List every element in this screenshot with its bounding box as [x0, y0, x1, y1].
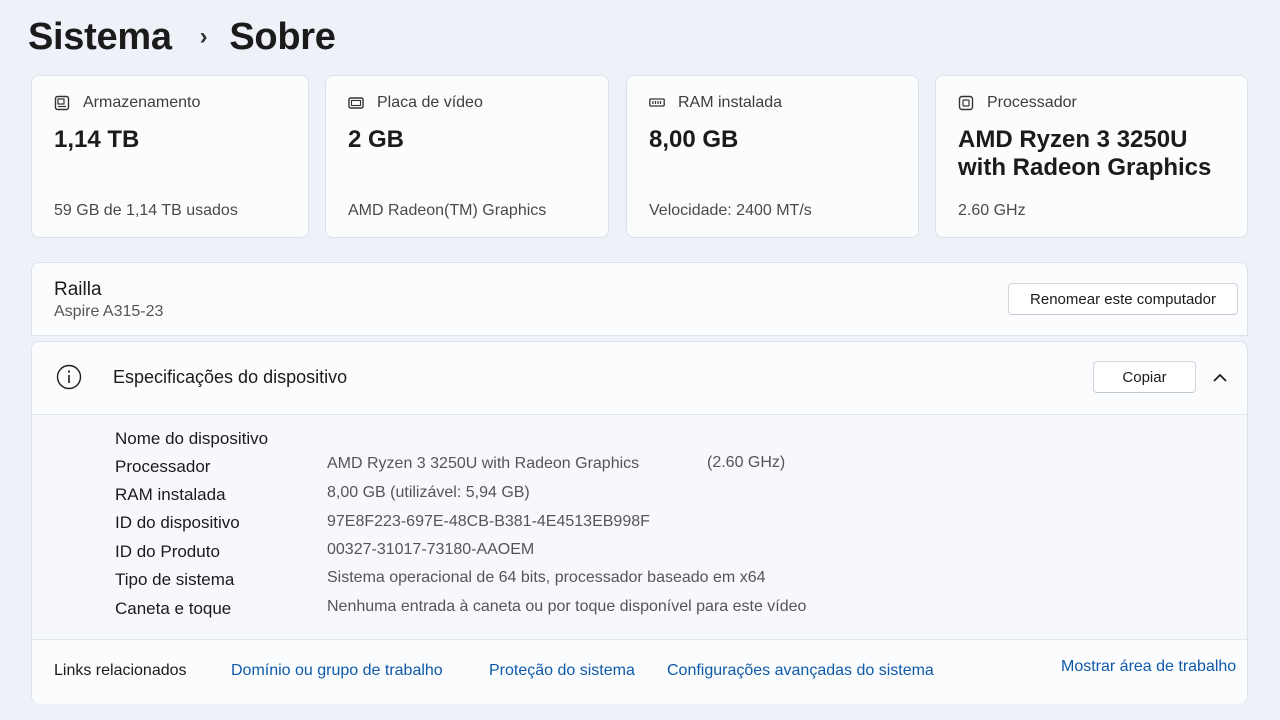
- related-links-title: Links relacionados: [54, 662, 187, 679]
- breadcrumb-parent[interactable]: Sistema: [28, 16, 172, 59]
- gpu-label: Placa de vídeo: [377, 94, 483, 111]
- ram-label: RAM instalada: [678, 94, 783, 111]
- ram-speed: Velocidade: 2400 MT/s: [649, 202, 812, 219]
- storage-card[interactable]: Armazenamento 1,14 TB 59 GB de 1,14 TB u…: [31, 75, 309, 238]
- cpu-value-line1: AMD Ryzen 3 3250U: [958, 126, 1188, 153]
- breadcrumb: Sistema › Sobre: [28, 12, 336, 62]
- related-links-bar: Links relacionados Domínio ou grupo de t…: [32, 639, 1247, 704]
- spec-label-system-type: Tipo de sistema: [115, 570, 235, 589]
- storage-value: 1,14 TB: [54, 126, 140, 153]
- spec-value-device-id: 97E8F223-697E-48CB-B381-4E4513EB998F: [327, 513, 650, 530]
- spec-value-pen-touch: Nenhuma entrada à caneta ou por toque di…: [327, 598, 807, 615]
- ram-card[interactable]: RAM instalada 8,00 GB Velocidade: 2400 M…: [626, 75, 919, 238]
- device-specs-title: Especificações do dispositivo: [113, 367, 348, 387]
- cpu-icon: [958, 95, 974, 111]
- gpu-icon: [348, 95, 364, 111]
- page-title: Sobre: [229, 15, 336, 58]
- ram-value: 8,00 GB: [649, 126, 739, 153]
- cpu-card[interactable]: Processador AMD Ryzen 3 3250U with Radeo…: [935, 75, 1248, 238]
- gpu-card[interactable]: Placa de vídeo 2 GB AMD Radeon(TM) Graph…: [325, 75, 609, 238]
- spec-label-pen-touch: Caneta e toque: [115, 599, 232, 618]
- spec-label-device-name: Nome do dispositivo: [115, 429, 269, 448]
- rename-pc-button[interactable]: Renomear este computador: [1008, 283, 1238, 315]
- device-specs-panel: Especificações do dispositivo Copiar Nom…: [31, 341, 1248, 704]
- breadcrumb-separator: ›: [199, 23, 208, 50]
- device-name-panel: Railla Aspire A315-23 Renomear este comp…: [31, 262, 1248, 336]
- spec-label-device-id: ID do dispositivo: [115, 513, 240, 532]
- device-name: Railla: [54, 279, 102, 300]
- link-show-desktop[interactable]: Mostrar área de trabalho: [1061, 658, 1236, 676]
- device-model: Aspire A315-23: [54, 303, 164, 320]
- ram-icon: [649, 95, 665, 111]
- storage-icon: [54, 95, 70, 111]
- spec-value-system-type: Sistema operacional de 64 bits, processa…: [327, 569, 766, 586]
- gpu-value: 2 GB: [348, 126, 405, 153]
- spec-value-processor: AMD Ryzen 3 3250U with Radeon Graphics: [327, 455, 640, 472]
- spec-value-ram: 8,00 GB (utilizável: 5,94 GB): [327, 484, 530, 501]
- link-domain-workgroup[interactable]: Domínio ou grupo de trabalho: [231, 662, 443, 680]
- device-specs-header[interactable]: Especificações do dispositivo Copiar: [32, 342, 1247, 415]
- link-advanced-system-settings[interactable]: Configurações avançadas do sistema: [667, 662, 934, 680]
- storage-card-header: Armazenamento: [54, 94, 200, 112]
- cpu-value: AMD Ryzen 3 3250U with Radeon Graphics: [958, 126, 1211, 182]
- copy-button[interactable]: Copiar: [1093, 361, 1196, 393]
- info-icon: [56, 364, 82, 390]
- spec-label-product-id: ID do Produto: [115, 542, 220, 561]
- cpu-speed: 2.60 GHz: [958, 202, 1026, 219]
- link-system-protection[interactable]: Proteção do sistema: [489, 662, 635, 680]
- storage-label: Armazenamento: [83, 94, 201, 111]
- spec-label-processor: Processador: [115, 457, 211, 476]
- cpu-card-header: Processador: [958, 94, 1077, 112]
- storage-usage: 59 GB de 1,14 TB usados: [54, 202, 238, 219]
- ram-card-header: RAM instalada: [649, 94, 782, 112]
- cpu-value-line2: with Radeon Graphics: [958, 154, 1212, 181]
- cpu-label: Processador: [987, 94, 1077, 111]
- spec-value-product-id: 00327-31017-73180-AAOEM: [327, 541, 535, 558]
- gpu-name: AMD Radeon(TM) Graphics: [348, 202, 547, 219]
- spec-value-processor-speed: (2.60 GHz): [707, 454, 786, 471]
- spec-label-ram: RAM instalada: [115, 485, 226, 504]
- chevron-up-icon[interactable]: [1210, 368, 1230, 388]
- gpu-card-header: Placa de vídeo: [348, 94, 483, 112]
